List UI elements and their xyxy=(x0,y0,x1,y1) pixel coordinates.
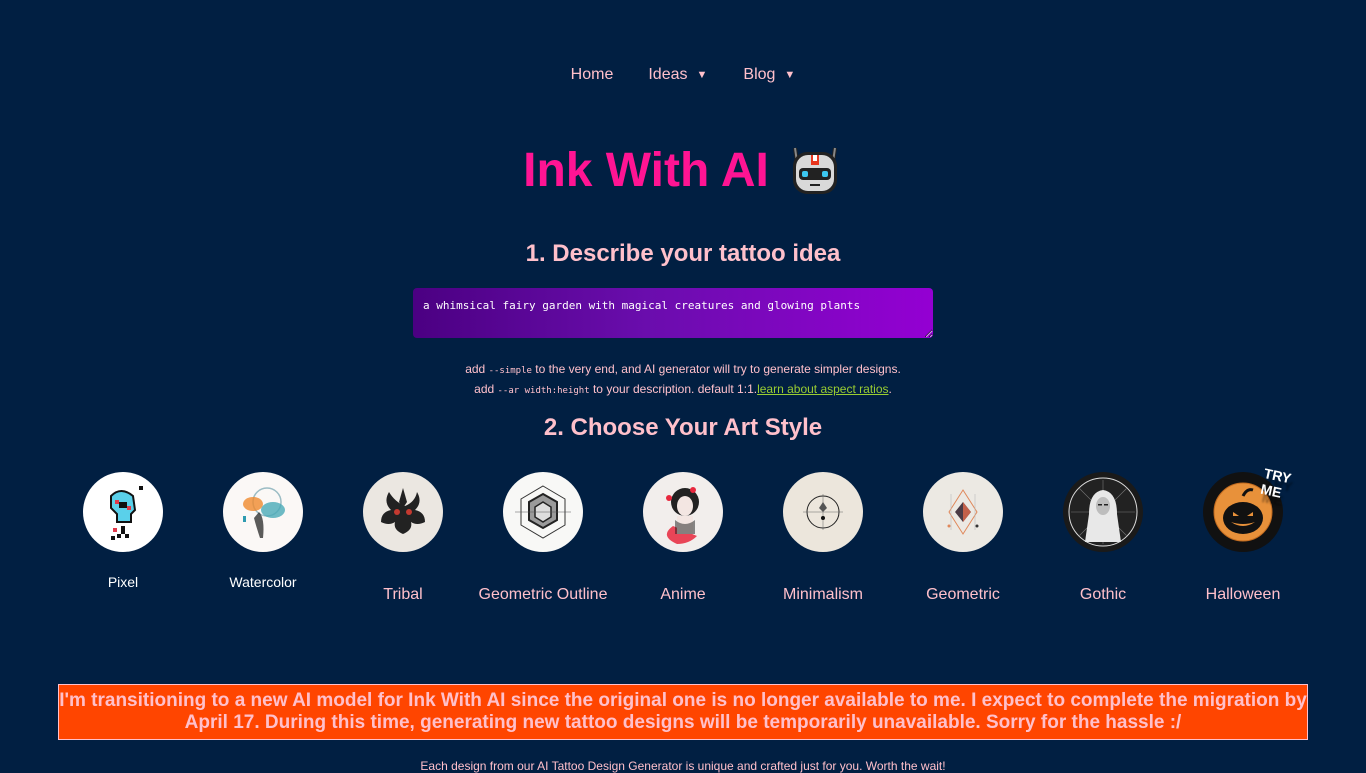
style-label: Halloween xyxy=(1205,586,1281,603)
chevron-down-icon: ▼ xyxy=(784,69,796,81)
hint-code: --simple xyxy=(488,366,532,376)
nav-blog-label: Blog xyxy=(743,66,776,83)
tattoo-description-input[interactable]: a whimsical fairy garden with magical cr… xyxy=(413,288,933,338)
style-label: Minimalism xyxy=(783,586,863,603)
nav-home-label: Home xyxy=(570,66,614,83)
prompt-hints: add --simple to the very end, and AI gen… xyxy=(0,360,1366,400)
describe-heading: 1. Describe your tattoo idea xyxy=(525,240,841,267)
aspect-ratio-link[interactable]: learn about aspect ratios xyxy=(757,382,888,396)
style-label: Geometric Outline xyxy=(478,586,608,603)
style-label: Watercolor xyxy=(229,574,297,590)
hint-code: --ar width:height xyxy=(497,386,590,396)
tribal-mask-icon xyxy=(363,472,443,552)
watercolor-splash-icon xyxy=(223,472,303,552)
page-title-text: Ink With AI xyxy=(523,143,769,197)
page-title: Ink With AI xyxy=(0,142,1366,198)
style-option-minimalism[interactable]: Minimalism xyxy=(753,472,893,604)
style-option-anime[interactable]: Anime xyxy=(613,472,753,604)
style-option-geometric[interactable]: Geometric xyxy=(893,472,1033,604)
style-label: Geometric xyxy=(926,586,1000,603)
hint-text: . xyxy=(888,382,892,396)
style-option-pixel[interactable]: Pixel xyxy=(53,472,193,604)
style-label: Anime xyxy=(660,586,706,603)
style-option-gothic[interactable]: Gothic xyxy=(1033,472,1173,604)
geometric-cube-icon xyxy=(503,472,583,552)
hint-text: add xyxy=(465,362,489,376)
style-option-halloween[interactable]: TRY ME Halloween xyxy=(1173,465,1313,604)
style-option-watercolor[interactable]: Watercolor xyxy=(193,472,333,604)
migration-notice-banner: I'm transitioning to a new AI model for … xyxy=(58,684,1308,740)
style-option-geometric-outline[interactable]: Geometric Outline xyxy=(473,472,613,604)
main-nav: Home Ideas ▼ Blog ▼ xyxy=(0,66,1366,84)
style-label: Pixel xyxy=(107,574,139,590)
hint-text: to the very end, and AI generator will t… xyxy=(531,362,901,376)
hint-text: to your description. default 1:1. xyxy=(589,382,758,396)
art-style-list: Pixel Watercolor Tribal Geometric Outlin… xyxy=(53,465,1313,604)
chevron-down-icon: ▼ xyxy=(696,69,708,81)
pixel-skull-icon xyxy=(83,472,163,552)
style-label: Gothic xyxy=(1079,586,1127,603)
hint-text: add xyxy=(474,382,498,396)
robot-icon xyxy=(787,142,843,198)
hint-aspect-ratio: add --ar width:height to your descriptio… xyxy=(0,380,1366,400)
anime-girl-icon xyxy=(643,472,723,552)
geometric-diamond-icon xyxy=(923,472,1003,552)
nav-home[interactable]: Home xyxy=(571,66,614,84)
nav-ideas-label: Ideas xyxy=(648,66,688,83)
style-heading: 2. Choose Your Art Style xyxy=(543,414,823,441)
hint-simple: add --simple to the very end, and AI gen… xyxy=(0,360,1366,380)
nav-blog[interactable]: Blog ▼ xyxy=(743,66,795,84)
nav-ideas[interactable]: Ideas ▼ xyxy=(648,66,707,84)
minimal-circle-icon xyxy=(783,472,863,552)
footer-note: Each design from our AI Tattoo Design Ge… xyxy=(420,759,946,773)
style-option-tribal[interactable]: Tribal xyxy=(333,472,473,604)
gothic-figure-icon xyxy=(1063,472,1143,552)
style-label: Tribal xyxy=(383,586,423,603)
